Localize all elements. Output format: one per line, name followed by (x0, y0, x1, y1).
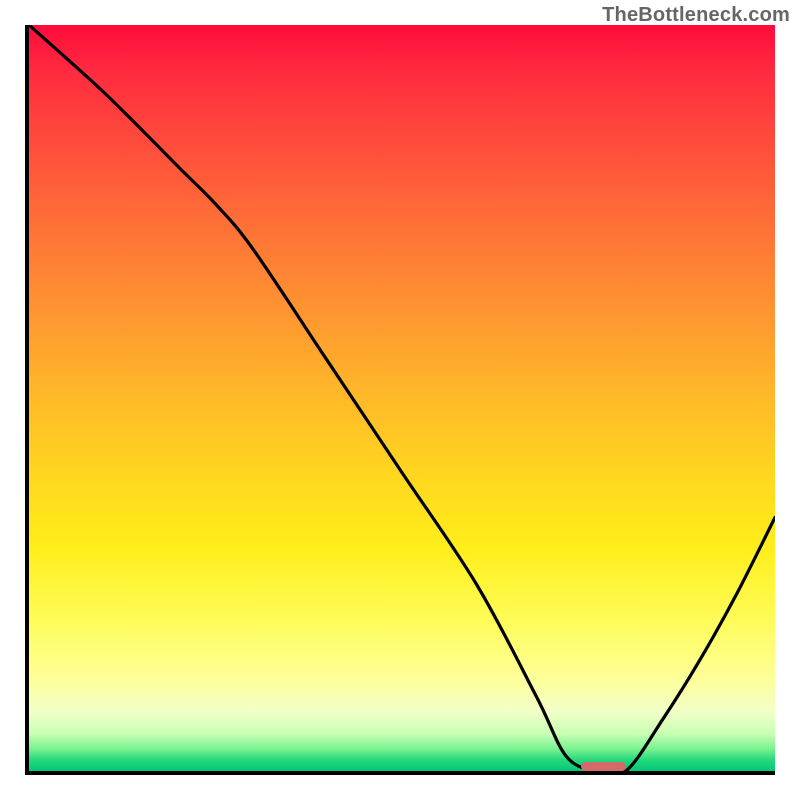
plot-area (25, 25, 775, 775)
curve-path (29, 25, 775, 771)
watermark-text: TheBottleneck.com (602, 4, 790, 27)
chart-container: TheBottleneck.com (0, 0, 800, 800)
optimum-marker (581, 762, 626, 771)
curve-svg (29, 25, 775, 771)
